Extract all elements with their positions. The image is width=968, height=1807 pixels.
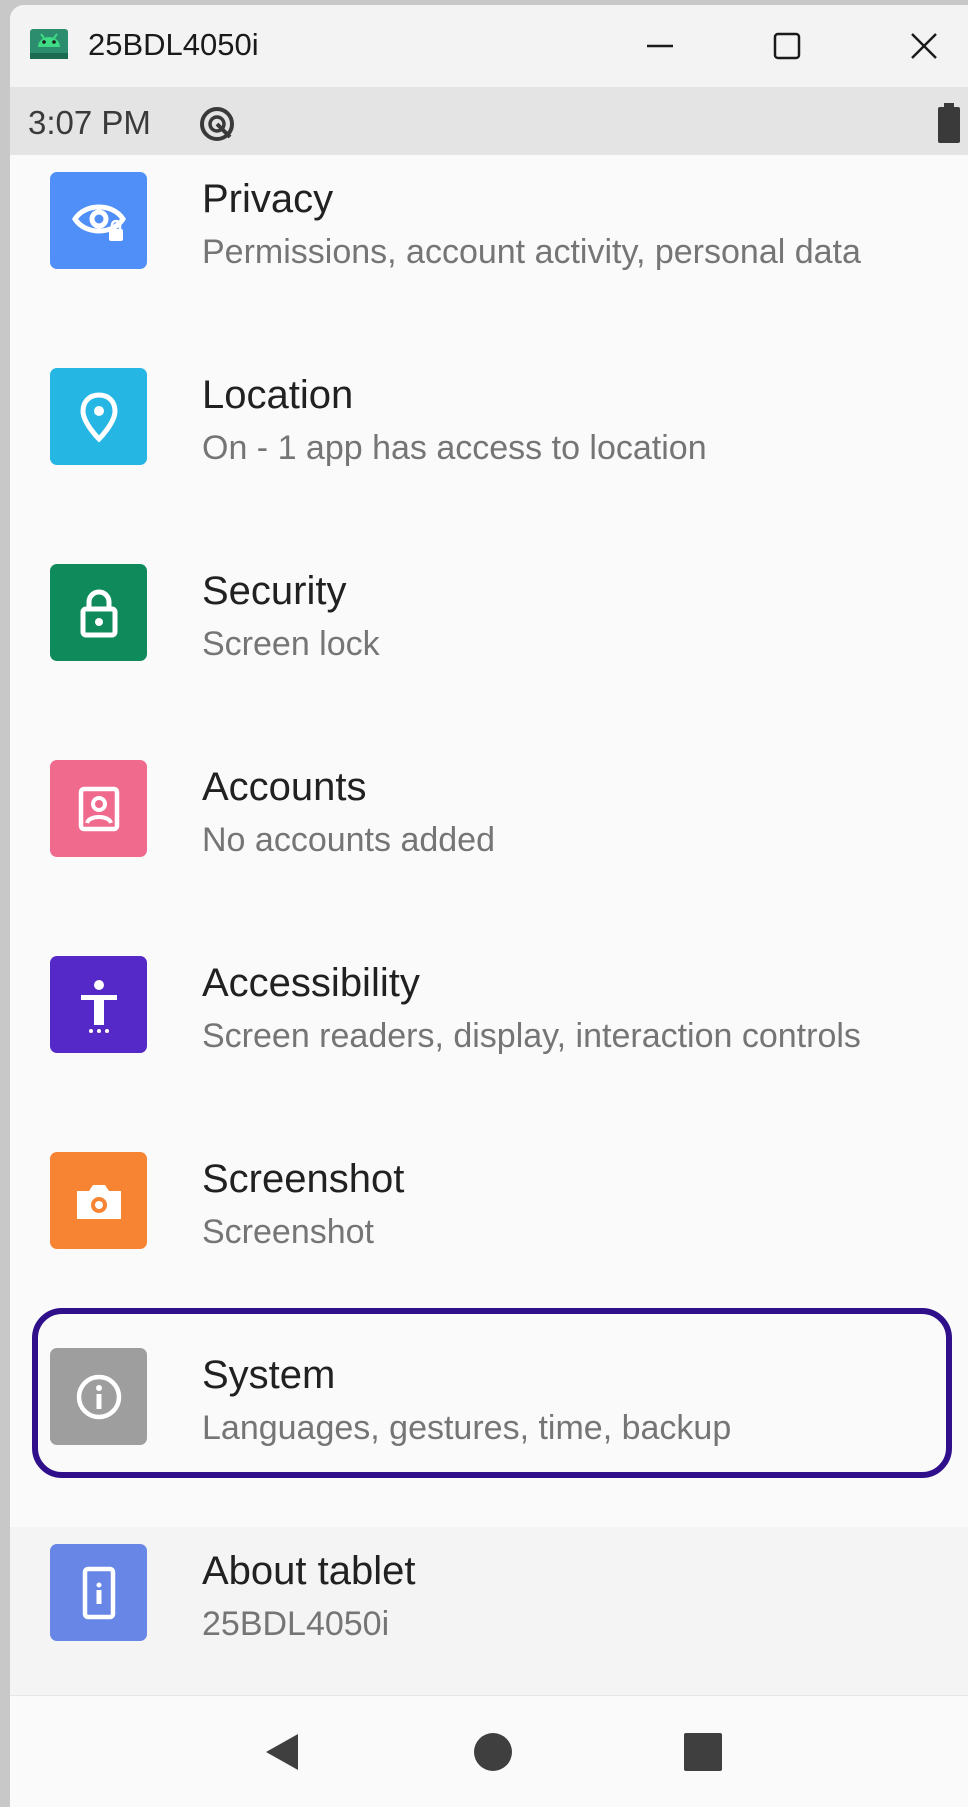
privacy-tile — [50, 172, 147, 269]
settings-item-subtitle: Screen lock — [202, 625, 380, 663]
accounts-tile — [50, 760, 147, 857]
accessibility-icon — [80, 979, 117, 1033]
settings-item-accounts[interactable]: Accounts No accounts added — [10, 743, 968, 939]
about-tile — [50, 1544, 147, 1641]
settings-item-subtitle: No accounts added — [202, 821, 495, 859]
status-bar: 3:07 PM — [10, 87, 968, 155]
accessibility-tile — [50, 956, 147, 1053]
selection-highlight — [32, 1308, 952, 1478]
tablet-info-icon — [82, 1566, 115, 1619]
window-titlebar[interactable]: 25BDL4050i — [10, 5, 968, 87]
maximize-button[interactable] — [747, 15, 827, 77]
window-title: 25BDL4050i — [88, 27, 259, 62]
battery-icon — [938, 103, 960, 143]
settings-item-title: Accessibility — [202, 961, 420, 1005]
app-window: 25BDL4050i 3:07 PM Privacy Permissions, … — [10, 5, 968, 1807]
home-icon — [474, 1733, 512, 1771]
settings-item-accessibility[interactable]: Accessibility Screen readers, display, i… — [10, 939, 968, 1135]
settings-item-screenshot[interactable]: Screenshot Screenshot — [10, 1135, 968, 1331]
settings-item-title: Location — [202, 373, 354, 417]
lock-icon — [80, 589, 117, 637]
settings-item-title: Privacy — [202, 177, 334, 221]
settings-item-title: Accounts — [202, 765, 367, 809]
sync-icon — [200, 107, 234, 141]
maximize-icon — [773, 32, 801, 60]
privacy-eye-icon — [71, 204, 126, 241]
settings-item-title: Security — [202, 569, 347, 613]
account-icon — [78, 786, 119, 831]
settings-item-title: About tablet — [202, 1549, 416, 1593]
back-button[interactable] — [254, 1724, 310, 1780]
status-time: 3:07 PM — [28, 104, 151, 141]
navigation-bar — [10, 1695, 968, 1807]
screenshot-tile — [50, 1152, 147, 1249]
close-icon — [911, 33, 937, 59]
settings-item-security[interactable]: Security Screen lock — [10, 547, 968, 743]
settings-item-subtitle: Permissions, account activity, personal … — [202, 233, 861, 271]
security-tile — [50, 564, 147, 661]
close-button[interactable] — [884, 15, 964, 77]
settings-item-subtitle: Screen readers, display, interaction con… — [202, 1017, 861, 1055]
recents-icon — [684, 1733, 722, 1771]
camera-icon — [76, 1184, 121, 1219]
home-button[interactable] — [465, 1724, 521, 1780]
settings-item-subtitle: 25BDL4050i — [202, 1605, 390, 1643]
settings-item-title: Screenshot — [202, 1157, 405, 1201]
settings-item-subtitle: On - 1 app has access to location — [202, 429, 707, 467]
location-tile — [50, 368, 147, 465]
settings-item-privacy[interactable]: Privacy Permissions, account activity, p… — [10, 155, 968, 351]
android-icon — [30, 29, 68, 59]
location-pin-icon — [79, 391, 118, 443]
settings-item-subtitle: Screenshot — [202, 1213, 374, 1251]
recents-button[interactable] — [675, 1724, 731, 1780]
settings-item-about-tablet[interactable]: About tablet 25BDL4050i — [10, 1527, 968, 1723]
settings-item-location[interactable]: Location On - 1 app has access to locati… — [10, 351, 968, 547]
back-icon — [266, 1734, 298, 1770]
minimize-button[interactable] — [620, 15, 700, 77]
minimize-icon — [647, 44, 673, 48]
